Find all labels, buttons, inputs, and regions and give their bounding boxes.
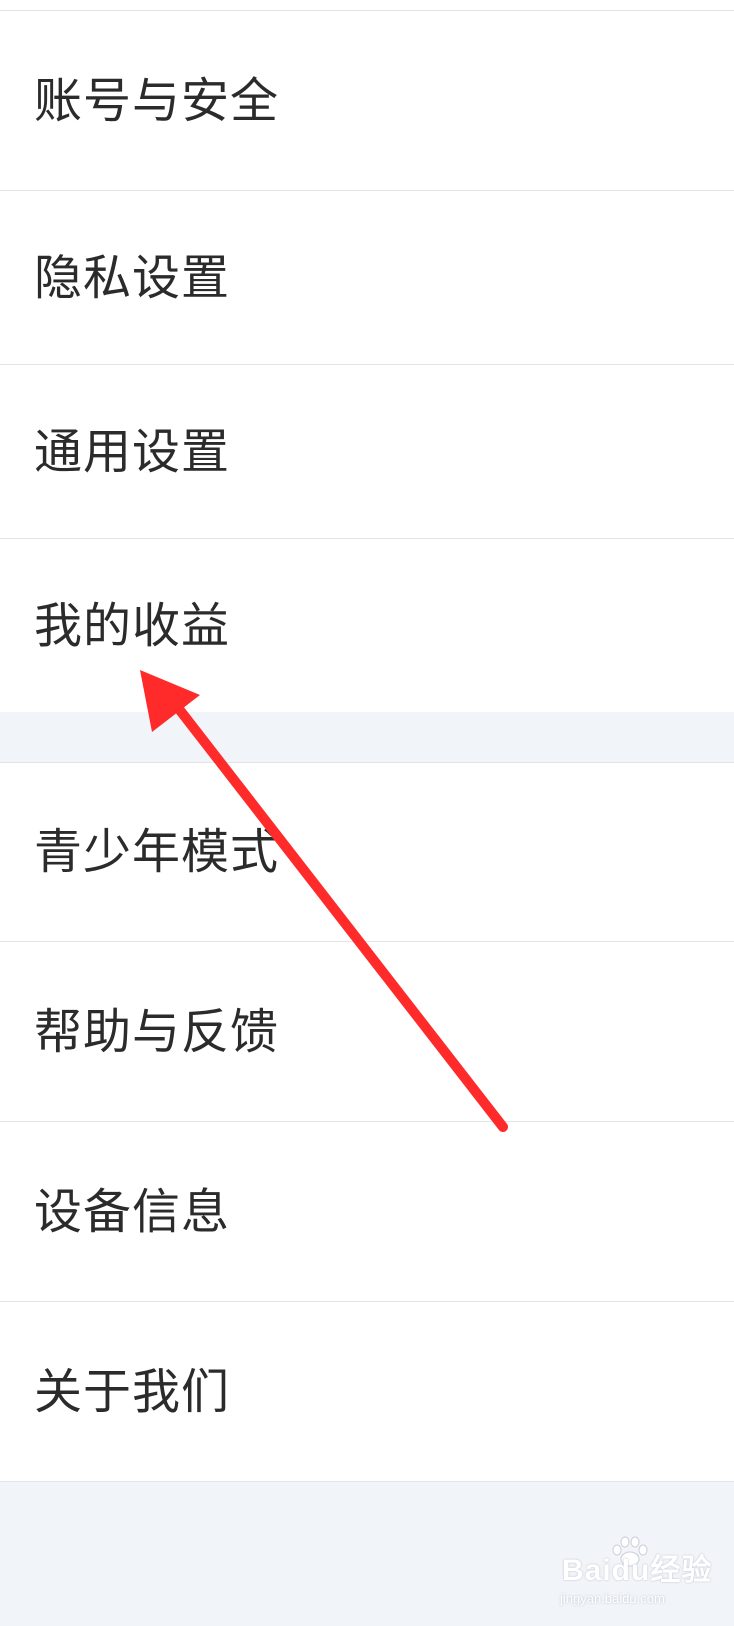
settings-item-account-security[interactable]: 账号与安全: [0, 11, 734, 191]
settings-item-label: 隐私设置: [34, 249, 231, 306]
watermark-text: Baidu经验: [562, 1554, 713, 1587]
settings-item-label: 我的收益: [34, 597, 231, 654]
watermark: Baidu经验 jingyan.baidu.com: [560, 1535, 720, 1615]
settings-item-label: 青少年模式: [34, 824, 280, 880]
settings-item-about-us[interactable]: 关于我们: [0, 1302, 734, 1482]
settings-group-more: 青少年模式 帮助与反馈 设备信息 关于我们: [0, 763, 734, 1482]
settings-item-help-feedback[interactable]: 帮助与反馈: [0, 942, 734, 1122]
settings-item-label: 通用设置: [34, 423, 231, 480]
settings-item-general[interactable]: 通用设置: [0, 365, 734, 539]
settings-item-label: 关于我们: [34, 1363, 231, 1420]
settings-item-label: 帮助与反馈: [34, 1003, 280, 1060]
settings-item-label: 账号与安全: [34, 72, 280, 129]
top-divider: [0, 0, 734, 11]
settings-item-teen-mode[interactable]: 青少年模式: [0, 763, 734, 942]
settings-group-account: 账号与安全 隐私设置 通用设置 我的收益: [0, 0, 734, 712]
settings-item-device-info[interactable]: 设备信息: [0, 1122, 734, 1302]
group-separator: [0, 732, 734, 763]
settings-item-label: 设备信息: [34, 1183, 231, 1240]
settings-item-privacy[interactable]: 隐私设置: [0, 191, 734, 365]
watermark-url: jingyan.baidu.com: [560, 1591, 665, 1606]
settings-screen: 账号与安全 隐私设置 通用设置 我的收益 青少年模式 帮助与反馈 设备信息 关于…: [0, 0, 734, 1626]
settings-item-earnings[interactable]: 我的收益: [0, 539, 734, 712]
